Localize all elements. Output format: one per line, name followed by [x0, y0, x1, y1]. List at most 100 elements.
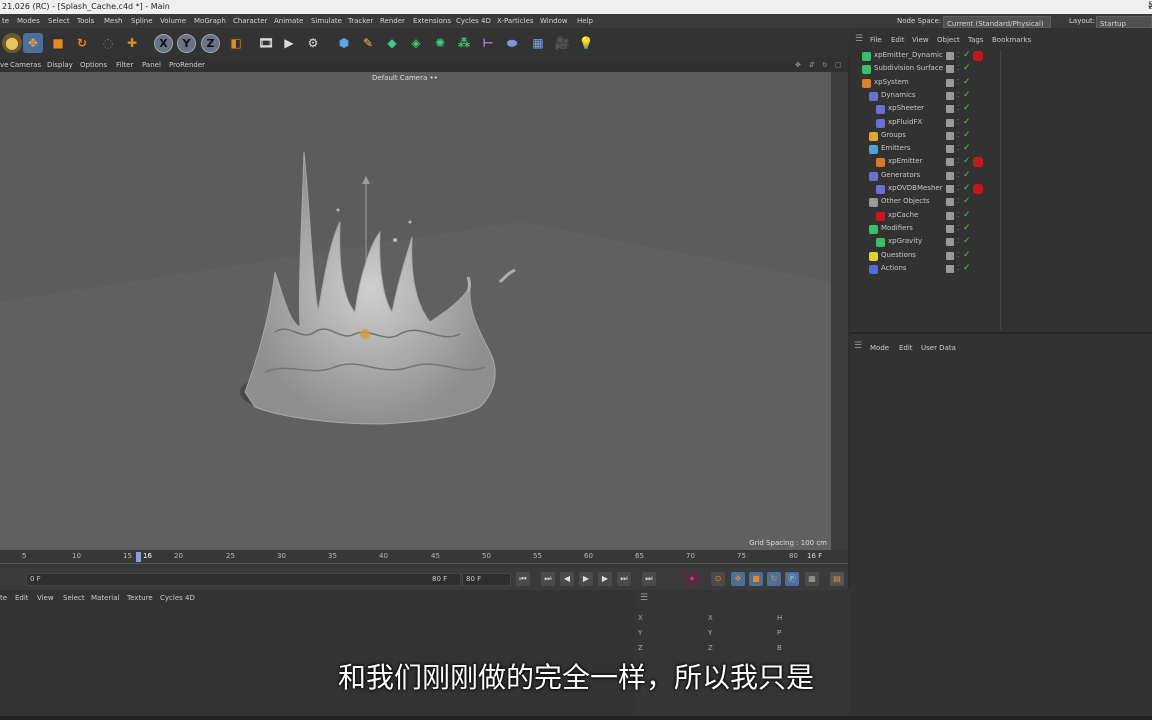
menu-simulate[interactable]: Simulate — [311, 14, 342, 28]
play-icon[interactable]: ▶ — [579, 572, 593, 586]
object-name[interactable]: xpCache — [888, 211, 918, 219]
z-axis-icon[interactable]: Z — [201, 34, 220, 53]
menu-mograph[interactable]: MoGraph — [194, 14, 226, 28]
panel-separator[interactable] — [850, 332, 1152, 334]
object-row[interactable]: Subdivision Surface ⁚ ✓ — [850, 63, 1152, 76]
object-name[interactable]: Dynamics — [881, 91, 916, 99]
visibility-dots-icon[interactable]: ⁚ — [957, 131, 959, 139]
visibility-dots-icon[interactable]: ⁚ — [957, 264, 959, 272]
enable-check-icon[interactable]: ✓ — [963, 156, 971, 166]
layer-toggle-icon[interactable] — [946, 91, 954, 100]
layer-toggle-icon[interactable] — [946, 251, 954, 260]
menu-volume[interactable]: Volume — [160, 14, 186, 28]
last-tool-icon[interactable]: ◌ — [98, 33, 118, 53]
move-icon[interactable]: ✥ — [23, 33, 43, 53]
material-menu-select[interactable]: Select — [63, 594, 85, 602]
layer-toggle-icon[interactable] — [946, 185, 954, 193]
object-row[interactable]: Groups ⁚ ✓ — [850, 130, 1152, 143]
visibility-dots-icon[interactable]: ⁚ — [957, 184, 959, 192]
menu-help[interactable]: Help — [577, 14, 593, 28]
layout-dropdown[interactable]: Startup — [1096, 16, 1152, 28]
material-menu-create-partial[interactable]: te — [0, 594, 7, 602]
playhead[interactable] — [136, 552, 141, 562]
material-menu-texture[interactable]: Texture — [127, 594, 153, 602]
render-region-icon[interactable]: 🎞 — [256, 33, 276, 53]
object-row[interactable]: xpSheeter ⁚ ✓ — [850, 103, 1152, 116]
close-button[interactable]: ✕ — [1148, 0, 1152, 14]
object-row[interactable]: Emitters ⁚ ✓ — [850, 143, 1152, 156]
visibility-dots-icon[interactable]: ⁚ — [957, 64, 959, 72]
visibility-dots-icon[interactable]: ⁚ — [957, 211, 959, 219]
rotate-icon[interactable]: ↻ — [72, 33, 92, 53]
node-space-dropdown[interactable]: Current (Standard/Physical) — [943, 16, 1051, 28]
coords-menu-icon[interactable]: ☰ — [640, 593, 648, 603]
enable-check-icon[interactable]: ✓ — [963, 183, 971, 193]
menu-render[interactable]: Render — [380, 14, 405, 28]
object-row[interactable]: Generators ⁚ ✓ — [850, 170, 1152, 183]
object-row[interactable]: xpCache ⁚ ✓ — [850, 210, 1152, 223]
visibility-dots-icon[interactable]: ⁚ — [957, 91, 959, 99]
object-row[interactable]: xpEmitter ⁚ ✓ — [850, 156, 1152, 169]
enable-check-icon[interactable]: ✓ — [963, 223, 971, 233]
enable-check-icon[interactable]: ✓ — [963, 196, 971, 206]
om-menu-edit[interactable]: Edit — [891, 36, 905, 44]
visibility-dots-icon[interactable]: ⁚ — [957, 237, 959, 245]
autokey-icon[interactable]: ⊙ — [711, 572, 725, 586]
enable-check-icon[interactable]: ✓ — [963, 143, 971, 153]
enable-check-icon[interactable]: ✓ — [963, 263, 971, 273]
viewport-zoom-icon[interactable]: ⇵ — [809, 58, 815, 72]
object-row[interactable]: xpOVDBMesher ⁚ ✓ — [850, 183, 1152, 196]
camera-icon[interactable]: 🎥 — [552, 33, 572, 53]
layer-toggle-icon[interactable] — [946, 198, 954, 207]
prev-frame-icon[interactable]: ◀ — [560, 572, 574, 586]
object-tag-icon[interactable] — [973, 157, 983, 168]
visibility-dots-icon[interactable]: ⁚ — [957, 144, 959, 152]
pen-icon[interactable]: ✎ — [358, 33, 378, 53]
object-name[interactable]: Emitters — [881, 144, 911, 152]
menu-mesh[interactable]: Mesh — [104, 14, 122, 28]
enable-check-icon[interactable]: ✓ — [963, 250, 971, 260]
layer-toggle-icon[interactable] — [946, 171, 954, 180]
layer-toggle-icon[interactable] — [946, 145, 954, 154]
go-to-end-icon[interactable]: ⏭ — [642, 572, 656, 586]
menu-file-partial[interactable]: te — [2, 14, 9, 28]
enable-check-icon[interactable]: ✓ — [963, 210, 971, 220]
render-view-icon[interactable]: ▶ — [279, 33, 299, 53]
object-name[interactable]: xpEmitter — [888, 157, 922, 165]
object-name[interactable]: xpOVDBMesher — [888, 184, 943, 192]
enable-check-icon[interactable]: ✓ — [963, 63, 971, 73]
menu-select[interactable]: Select — [48, 14, 70, 28]
viewport-maximize-icon[interactable]: ▢ — [835, 58, 842, 72]
object-name[interactable]: xpEmitter_Dynamic — [874, 51, 943, 59]
menu-cycles4d[interactable]: Cycles 4D — [456, 14, 491, 28]
viewport-move-icon[interactable]: ✥ — [795, 58, 801, 72]
live-selection-icon[interactable]: ⬤ — [2, 33, 22, 53]
y-axis-icon[interactable]: Y — [177, 34, 196, 53]
enable-check-icon[interactable]: ✓ — [963, 130, 971, 140]
menu-tracker[interactable]: Tracker — [348, 14, 373, 28]
attr-menu-mode[interactable]: Mode — [870, 344, 889, 352]
menu-x-particles[interactable]: X-Particles — [497, 14, 533, 28]
visibility-dots-icon[interactable]: ⁚ — [957, 171, 959, 179]
enable-check-icon[interactable]: ✓ — [963, 236, 971, 246]
viewport-menu-view-partial[interactable]: ve — [0, 58, 8, 72]
layer-toggle-icon[interactable] — [946, 78, 954, 87]
object-manager-menu-icon[interactable]: ☰ — [855, 34, 863, 44]
deformer-icon[interactable]: ⊢ — [478, 33, 498, 53]
visibility-dots-icon[interactable]: ⁚ — [957, 251, 959, 259]
material-menu-material[interactable]: Material — [91, 594, 119, 602]
visibility-dots-icon[interactable]: ⁚ — [957, 197, 959, 205]
viewport[interactable]: Default Camera •• Grid Spacing : 100 cm — [0, 72, 831, 550]
visibility-dots-icon[interactable]: ⁚ — [957, 157, 959, 165]
floor-icon[interactable]: ▦ — [528, 33, 548, 53]
object-name[interactable]: Groups — [881, 131, 906, 139]
next-frame-icon[interactable]: ▶ — [598, 572, 612, 586]
key-pla-icon[interactable]: ▦ — [805, 572, 819, 586]
layer-toggle-icon[interactable] — [946, 105, 954, 114]
viewport-menu-prorender[interactable]: ProRender — [169, 58, 205, 72]
enable-check-icon[interactable]: ✓ — [963, 170, 971, 180]
attr-menu-user-data[interactable]: User Data — [921, 344, 956, 352]
coordinate-system-icon[interactable]: ◧ — [226, 33, 246, 53]
om-menu-bookmarks[interactable]: Bookmarks — [992, 36, 1031, 44]
key-parameter-icon[interactable]: Ⓟ — [785, 572, 799, 586]
